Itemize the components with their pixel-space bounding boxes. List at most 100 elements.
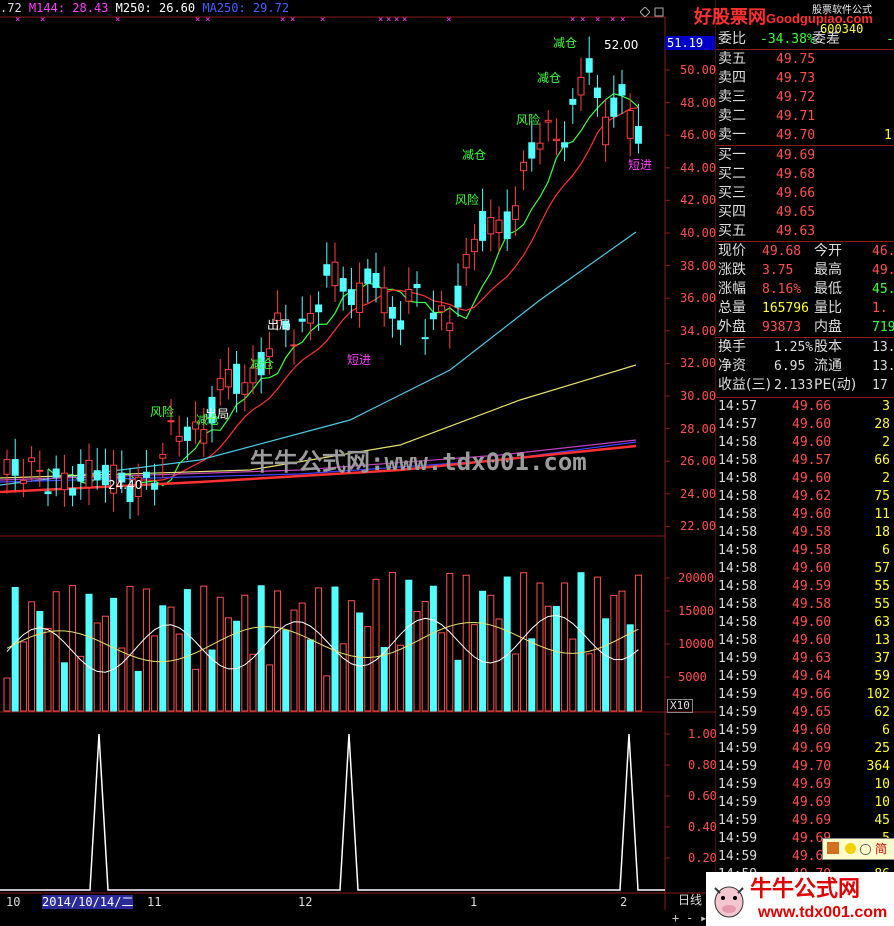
tick-row[interactable]: 14:59 49.64 59	[716, 668, 894, 686]
tick-row[interactable]: 14:59 49.69 10	[716, 776, 894, 794]
candle	[356, 262, 364, 328]
tick-row[interactable]: 14:57 49.60 28	[716, 416, 894, 434]
tick-row[interactable]: 14:58 49.62 75	[716, 488, 894, 506]
circle-icon	[860, 844, 871, 855]
tick-time: 14:57	[718, 399, 758, 414]
stat-label: 涨幅	[718, 281, 746, 297]
cow-logo-icon	[714, 886, 744, 918]
price-tick-label: 46.00	[680, 128, 717, 143]
sells-row[interactable]: 卖三 49.72	[716, 88, 894, 107]
order-price: 49.69	[776, 148, 816, 163]
fund-label: 净资	[718, 358, 746, 374]
volume-bar	[224, 617, 232, 712]
buys-row[interactable]: 买二 49.68	[716, 165, 894, 184]
tick-price: 49.60	[792, 507, 832, 522]
tick-row[interactable]: 14:59 49.65 62	[716, 704, 894, 722]
site-sub: 股票软件公式	[812, 5, 872, 16]
date-label[interactable]: 1	[470, 895, 477, 909]
date-label[interactable]: 12	[298, 895, 312, 909]
volume-bar	[183, 589, 191, 712]
volume-bar	[479, 590, 487, 712]
date-label[interactable]: 11	[147, 895, 161, 909]
tick-row[interactable]: 14:58 49.59 55	[716, 578, 894, 596]
signal-marker: ×	[610, 15, 615, 25]
tick-time: 14:58	[718, 561, 758, 576]
tick-row[interactable]: 14:58 49.60 11	[716, 506, 894, 524]
tick-time: 14:59	[718, 723, 758, 738]
volume-bar	[11, 586, 19, 712]
square-icon[interactable]	[654, 2, 664, 17]
sells-row[interactable]: 卖五 49.75	[716, 50, 894, 69]
tick-row[interactable]: 14:58 49.60 57	[716, 560, 894, 578]
signal-marker: ×	[205, 15, 210, 25]
tick-row[interactable]: 14:58 49.58 6	[716, 542, 894, 560]
signal-tick-label: 1.00	[688, 727, 717, 741]
zoom-in-icon[interactable]: +	[672, 911, 679, 925]
volume-bar	[60, 662, 68, 712]
tick-volume: 10	[874, 777, 890, 792]
zoom-out-icon[interactable]: -	[686, 911, 693, 925]
tick-time: 14:58	[718, 579, 758, 594]
candle	[216, 358, 224, 406]
volume-bar	[69, 585, 77, 712]
volume-tick-label: 15000	[678, 604, 715, 618]
date-label[interactable]: 2	[620, 895, 627, 909]
bottom-watermark-url: www.tdx001.com	[758, 904, 888, 921]
tick-row[interactable]: 14:59 49.69 10	[716, 794, 894, 812]
tick-row[interactable]: 14:59 49.63 37	[716, 650, 894, 668]
date-label[interactable]: 10	[6, 895, 20, 909]
volume-bar	[233, 620, 241, 712]
tick-row[interactable]: 14:58 49.60 13	[716, 632, 894, 650]
tick-row[interactable]: 14:58 49.57 66	[716, 452, 894, 470]
volume-tick-label: 20000	[678, 571, 715, 585]
price-tick-label: 34.00	[680, 323, 717, 338]
price-tick-label: 48.00	[680, 95, 717, 110]
stat-value: 49.68	[762, 244, 802, 259]
stat-value: 165796	[762, 301, 809, 316]
tick-row[interactable]: 14:59 49.69 45	[716, 812, 894, 830]
tick-row[interactable]: 14:58 49.58 18	[716, 524, 894, 542]
order-label: 卖五	[718, 51, 746, 67]
fund-label: 流通	[814, 358, 842, 374]
tick-row[interactable]: 14:58 49.58 55	[716, 596, 894, 614]
period-label[interactable]: 日线	[678, 893, 702, 907]
volume-bar	[380, 647, 388, 712]
signal-line	[0, 733, 665, 891]
buys-row[interactable]: 买五 49.63	[716, 222, 894, 241]
candle	[347, 267, 355, 319]
stat-value: 46.	[872, 244, 894, 259]
price-tick-label: 44.00	[680, 160, 717, 175]
tick-row[interactable]: 14:58 49.60 63	[716, 614, 894, 632]
tick-row[interactable]: 14:58 49.60 2	[716, 434, 894, 452]
candle	[495, 206, 503, 252]
signal-marker: ×	[570, 15, 575, 25]
buys-row[interactable]: 买三 49.66	[716, 184, 894, 203]
date-label[interactable]: 2014/10/14/二	[42, 895, 134, 909]
tick-row[interactable]: 14:57 49.66 3	[716, 398, 894, 416]
fund-value: 13.2	[872, 340, 894, 355]
tick-row[interactable]: 14:58 49.60 2	[716, 470, 894, 488]
ma-prefix: .72	[0, 1, 22, 15]
mini-widget[interactable]: 简	[822, 838, 894, 860]
buys-row[interactable]: 买四 49.65	[716, 203, 894, 222]
sells-row[interactable]: 卖一 49.70 1	[716, 126, 894, 145]
fund-label: 收益(三)	[718, 377, 771, 393]
buys-row[interactable]: 买一 49.69	[716, 146, 894, 165]
tick-price: 49.64	[792, 669, 832, 684]
tick-row[interactable]: 14:59 49.66 102	[716, 686, 894, 704]
signal-tick-label: 0.20	[688, 851, 717, 865]
sells-row[interactable]: 卖四 49.73	[716, 69, 894, 88]
tick-price: 49.60	[792, 471, 832, 486]
candle	[528, 120, 536, 172]
diamond-icon[interactable]	[639, 2, 651, 18]
sells-row[interactable]: 卖二 49.71	[716, 107, 894, 126]
tick-row[interactable]: 14:59 49.69 25	[716, 740, 894, 758]
candle	[405, 267, 413, 314]
volume-bar	[364, 626, 372, 712]
tick-row[interactable]: 14:59 49.70 364	[716, 758, 894, 776]
tick-row[interactable]: 14:59 49.60 6	[716, 722, 894, 740]
order-label: 卖一	[718, 127, 746, 143]
candle	[503, 189, 511, 251]
volume-bar	[28, 601, 36, 712]
chart-annotation: 减仓	[196, 413, 221, 427]
